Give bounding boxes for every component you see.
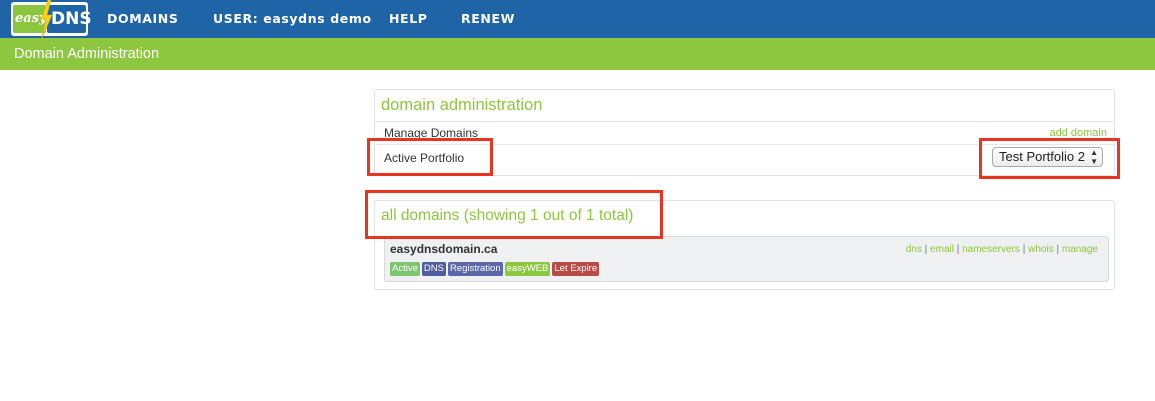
divider <box>375 121 1114 122</box>
status-badge-easyweb: easyWEB <box>504 262 551 276</box>
status-badge-registration: Registration <box>447 262 503 276</box>
domain-row[interactable]: easydnsdomain.ca dns | email | nameserve… <box>384 236 1109 282</box>
link-separator: | <box>924 244 928 255</box>
page-title-bar: Domain Administration <box>0 38 1155 70</box>
status-badge-let-expire: Let Expire <box>552 262 600 276</box>
domain-action-links: dns | email | nameservers | whois | mana… <box>906 244 1098 255</box>
email-link[interactable]: email <box>930 244 954 255</box>
link-separator: | <box>1056 244 1060 255</box>
link-separator: | <box>1022 244 1026 255</box>
lightning-bolt-icon <box>40 0 53 38</box>
nav-user[interactable]: USER: easydns demo <box>213 0 372 38</box>
highlight-box-portfolio-select <box>979 138 1120 179</box>
nav-renew[interactable]: RENEW <box>461 0 515 38</box>
dns-link[interactable]: dns <box>906 244 922 255</box>
highlight-box-domains-title <box>365 190 663 239</box>
status-badge-active: Active <box>390 262 420 276</box>
link-separator: | <box>956 244 960 255</box>
highlight-box-portfolio-label <box>367 138 493 176</box>
whois-link[interactable]: whois <box>1028 244 1054 255</box>
manage-link[interactable]: manage <box>1062 244 1098 255</box>
panel-title: domain administration <box>381 96 543 114</box>
status-tags: Active DNS Registration easyWEB Let Expire <box>390 262 601 276</box>
nav-domains[interactable]: DOMAINS <box>107 0 178 38</box>
nameservers-link[interactable]: nameservers <box>962 244 1020 255</box>
easydns-logo[interactable]: easy DNS <box>11 0 92 38</box>
nav-help[interactable]: HELP <box>389 0 428 38</box>
domain-name[interactable]: easydnsdomain.ca <box>390 242 497 256</box>
status-badge-dns: DNS <box>421 262 446 276</box>
top-navbar: easy DNS DOMAINS USER: easydns demo HELP… <box>0 0 1155 38</box>
